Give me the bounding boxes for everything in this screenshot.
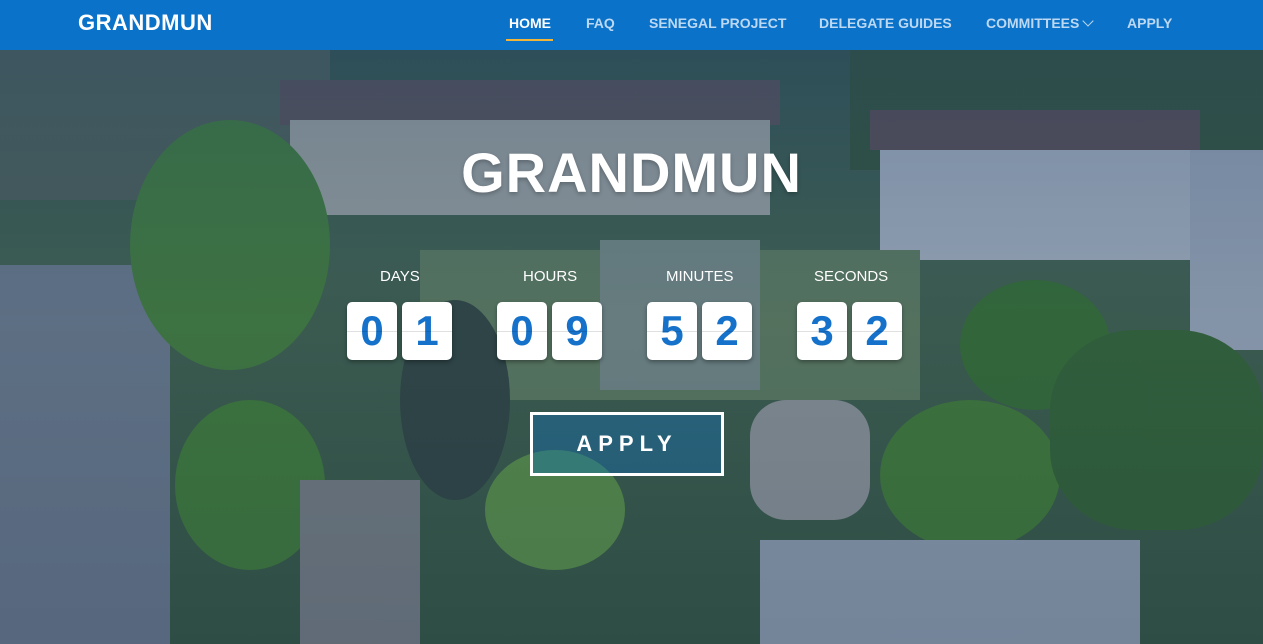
countdown-days-digit-1: 0 — [347, 302, 397, 360]
nav-delegate-guides[interactable]: DELEGATE GUIDES — [819, 15, 952, 31]
countdown-minutes-digit-2: 2 — [702, 302, 752, 360]
countdown-days-label: DAYS — [380, 268, 420, 285]
brand-logo-text[interactable]: GRANDMUN — [78, 10, 213, 36]
countdown-minutes-digit-1: 5 — [647, 302, 697, 360]
countdown-hours-digit-1: 0 — [497, 302, 547, 360]
apply-button[interactable]: APPLY — [530, 412, 724, 476]
top-navbar: GRANDMUN HOME FAQ SENEGAL PROJECT DELEGA… — [0, 0, 1263, 50]
nav-apply[interactable]: APPLY — [1127, 15, 1172, 31]
countdown-seconds-digit-1: 3 — [797, 302, 847, 360]
countdown-minutes-label: MINUTES — [666, 268, 734, 285]
countdown-seconds-label: SECONDS — [814, 268, 889, 285]
nav-active-indicator — [506, 39, 553, 41]
countdown-hours-label: HOURS — [523, 268, 578, 285]
nav-senegal-project[interactable]: SENEGAL PROJECT — [649, 15, 786, 31]
countdown-seconds-digit-2: 2 — [852, 302, 902, 360]
nav-home[interactable]: HOME — [509, 15, 551, 31]
nav-faq[interactable]: FAQ — [586, 15, 615, 31]
countdown-hours-digit-2: 9 — [552, 302, 602, 360]
nav-committees-label: COMMITTEES — [986, 15, 1080, 31]
countdown-days-digit-2: 1 — [402, 302, 452, 360]
hero-title: GRANDMUN — [461, 141, 802, 204]
nav-committees[interactable]: COMMITTEES — [986, 15, 1095, 31]
hero-background-image — [0, 0, 1263, 644]
chevron-down-icon — [1082, 15, 1095, 27]
